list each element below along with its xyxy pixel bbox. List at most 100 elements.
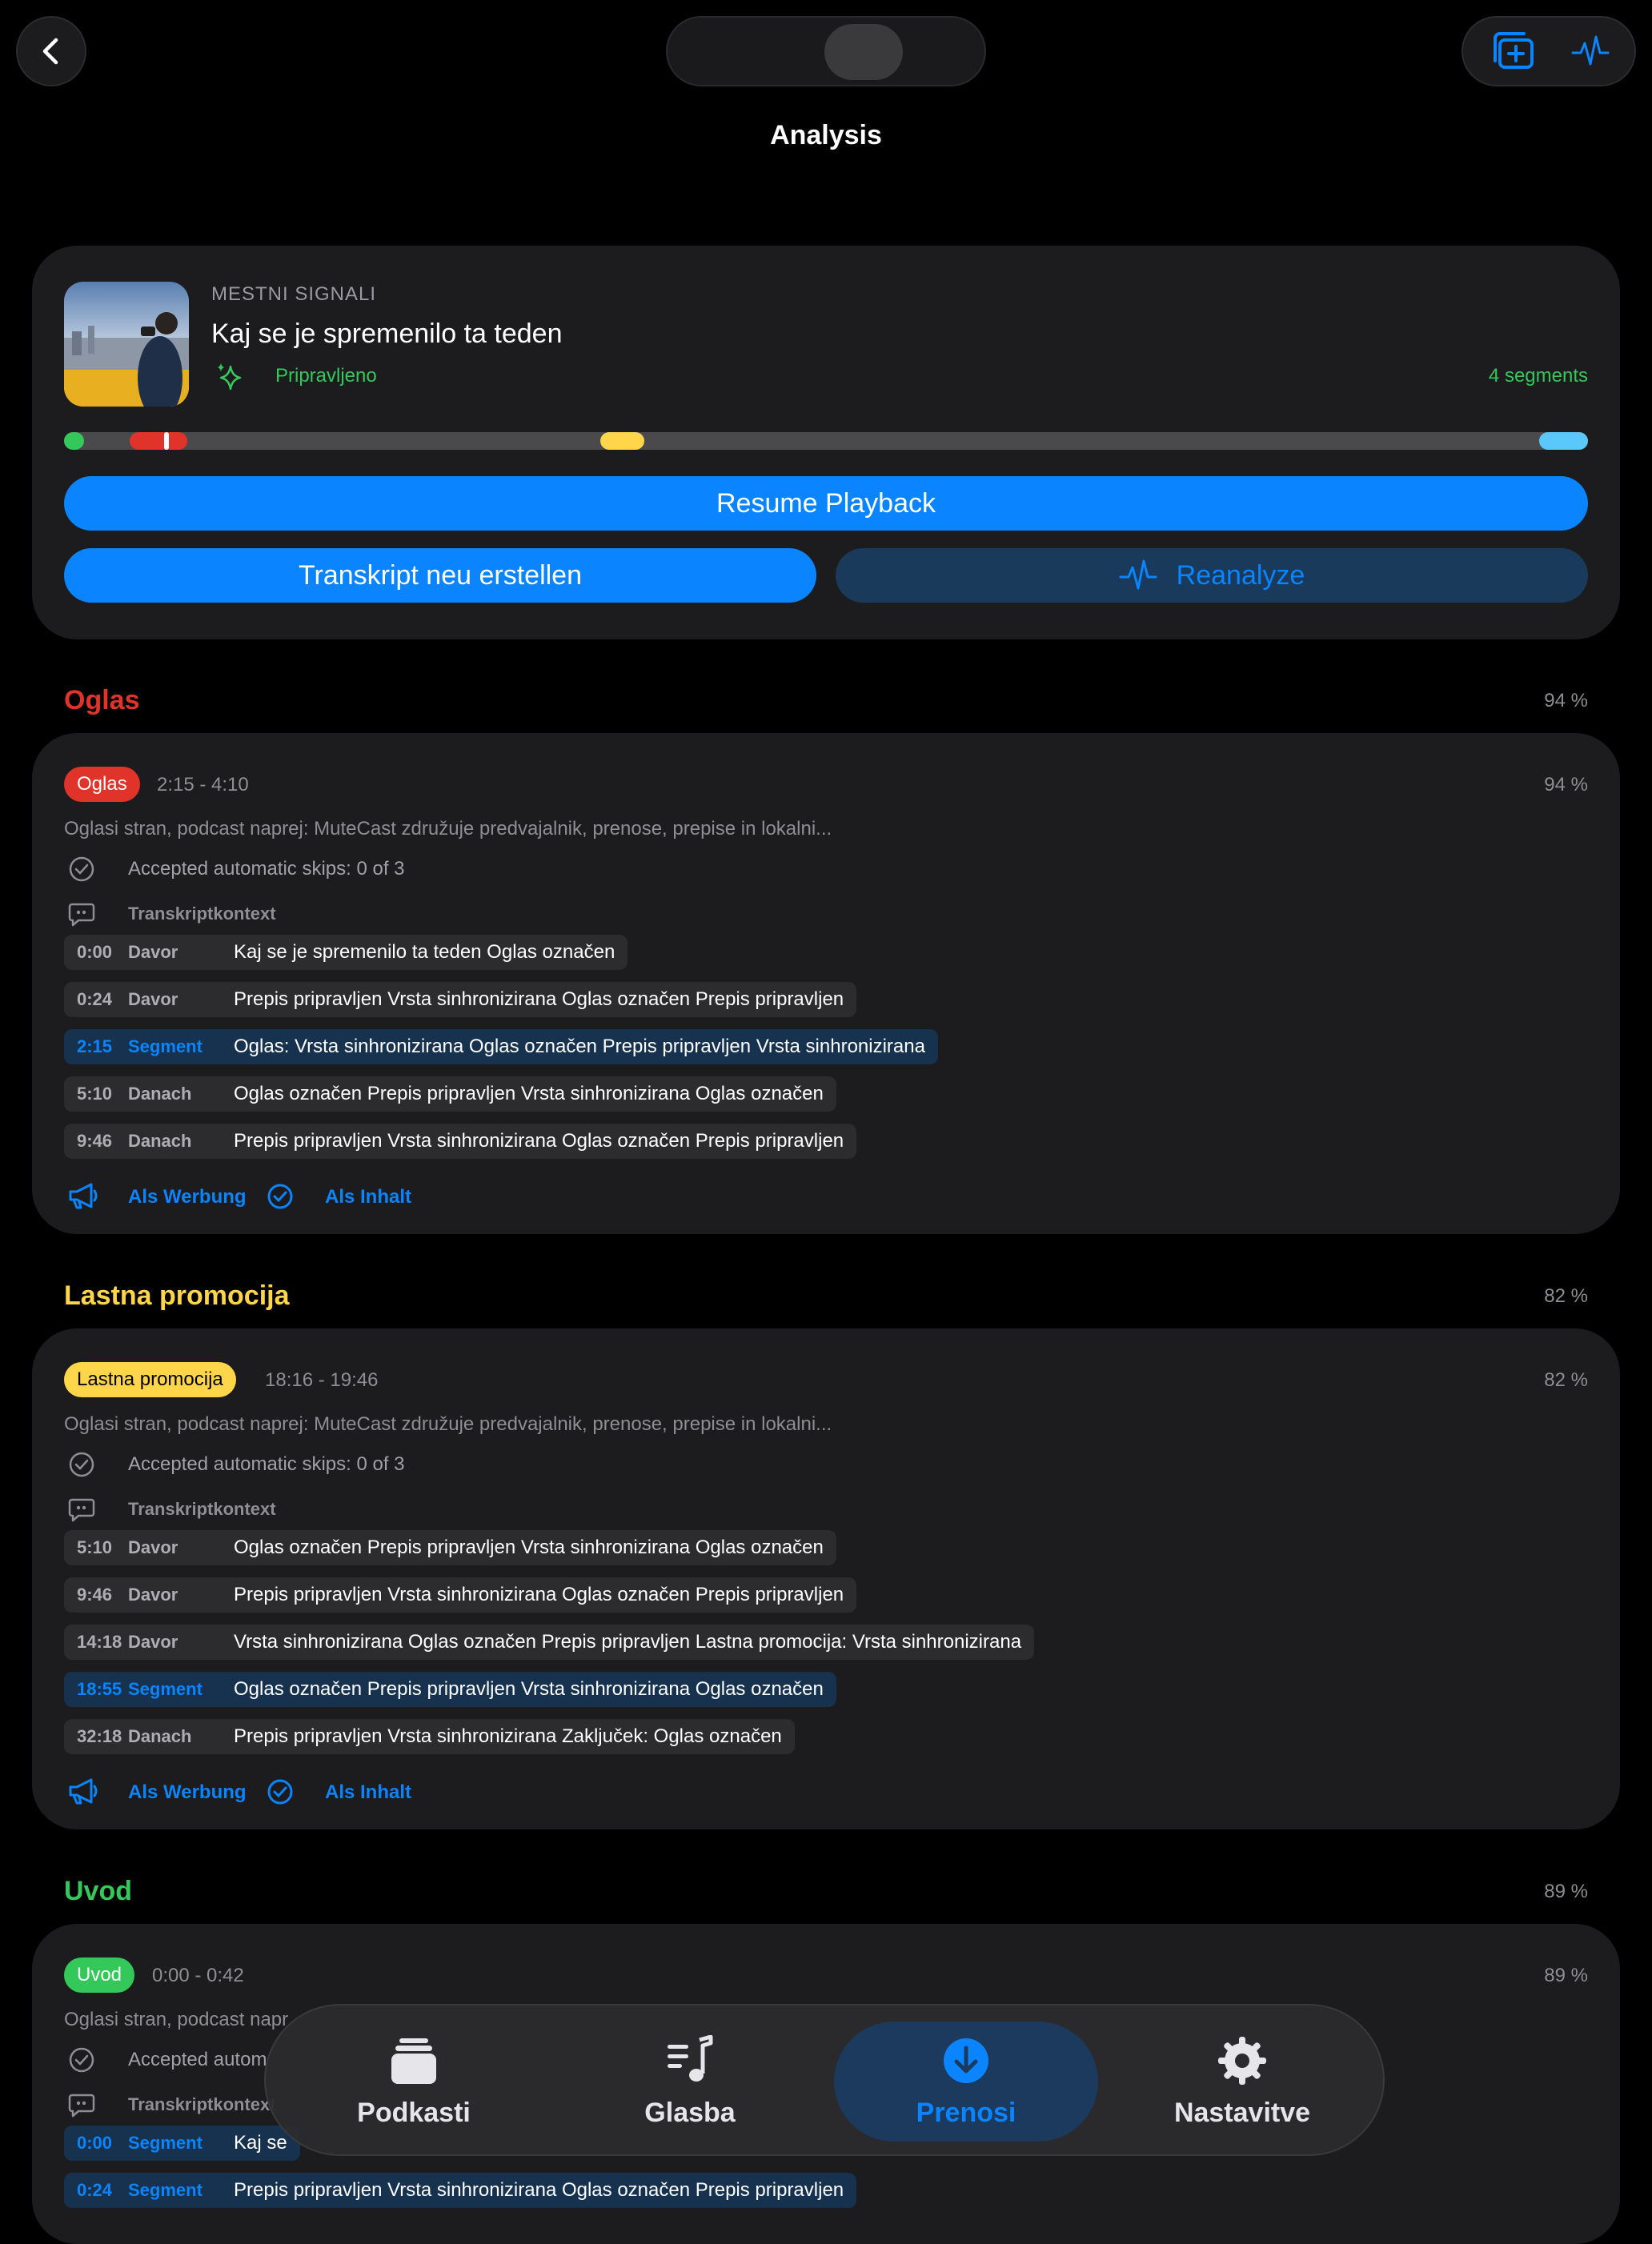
timeline-segment-intro[interactable] — [64, 432, 84, 450]
resume-playback-button[interactable]: Resume Playback — [64, 476, 1588, 531]
row-text: Oglas: Vrsta sinhronizirana Oglas označe… — [234, 1036, 925, 1057]
timeline-segment-ad[interactable] — [129, 432, 188, 450]
row-time: 0:24 — [77, 2180, 113, 2200]
back-button[interactable] — [16, 16, 86, 86]
transcript-row[interactable]: 5:10 Danach Oglas označen Prepis pripravlj… — [64, 1076, 836, 1112]
megaphone-icon[interactable] — [67, 1181, 99, 1210]
row-speaker: Davor — [128, 989, 178, 1009]
retranscribe-button[interactable]: Transkript neu erstellen — [64, 548, 816, 603]
mark-as-ad-button[interactable]: Als Werbung — [128, 1781, 247, 1804]
reanalyze-button[interactable]: Reanalyze — [836, 548, 1588, 603]
transcript-row[interactable]: 9:46 Danach Prepis pripravljen Vrsta sinhr… — [64, 1124, 857, 1159]
tab-label: Nastavitve — [1173, 2097, 1311, 2128]
sparkles-icon — [218, 363, 242, 391]
segment-time-range: 2:15 - 4:10 — [157, 774, 249, 795]
transcript-row[interactable]: 5:10 Davor Oglas označen Prepis pripravlje… — [64, 1530, 836, 1565]
mark-as-content-button[interactable]: Als Inhalt — [325, 1186, 411, 1208]
mark-as-ad-button[interactable]: Als Werbung — [128, 1186, 247, 1208]
checkmark-circle-icon — [69, 1452, 94, 1477]
tab-bar: Podkasti Glasba Prenosi Nastavitve — [264, 2004, 1385, 2156]
checkmark-circle-icon[interactable] — [266, 1182, 295, 1211]
playhead[interactable] — [163, 432, 169, 450]
row-speaker: Segment — [128, 1036, 202, 1056]
sheet-handle-knob — [824, 24, 903, 80]
checkmark-circle-icon — [69, 2047, 94, 2073]
tab-label: Prenosi — [916, 2097, 1016, 2128]
row-text: Prepis pripravljen Vrsta sinhronizirana … — [234, 1584, 844, 1605]
music-list-icon — [668, 2034, 713, 2082]
analysis-status: Pripravljeno — [275, 365, 377, 387]
transcript-row-highlighted[interactable]: 18:55 Segment Oglas označen Prepis priprav… — [64, 1672, 836, 1707]
checkmark-circle-icon — [69, 856, 94, 882]
row-time: 0:00 — [77, 942, 113, 962]
transcript-row[interactable]: 14:18 Davor Vrsta sinhronizirana Oglas ozn… — [64, 1625, 1035, 1660]
row-speaker: Segment — [128, 2180, 202, 2200]
row-speaker: Segment — [128, 1679, 202, 1699]
segment-time-range: 18:16 - 19:46 — [265, 1369, 379, 1391]
waveform-icon[interactable] — [1571, 32, 1610, 70]
row-text: Oglas označen Prepis pripravljen Vrsta s… — [234, 1083, 824, 1104]
segment-confidence: 94 % — [1544, 774, 1588, 795]
quote-bubble-icon — [68, 2094, 95, 2118]
tab-downloads[interactable]: Prenosi — [834, 2022, 1098, 2142]
segment-description: Oglasi stran, podcast naprej: MuteCast z… — [64, 1413, 832, 1435]
timeline-segment-outro[interactable] — [1539, 432, 1588, 450]
reanalyze-label: Reanalyze — [1176, 559, 1305, 591]
checkmark-circle-icon[interactable] — [266, 1777, 295, 1806]
section-confidence: 94 % — [1544, 690, 1588, 711]
segment-badge: Oglas — [64, 767, 140, 802]
transcript-row[interactable]: 32:18 Danach Prepis pripravljen Vrsta sinh… — [64, 1719, 795, 1754]
megaphone-icon[interactable] — [67, 1777, 99, 1805]
segments-count: 4 segments — [1488, 365, 1588, 387]
row-speaker: Davor — [128, 1632, 178, 1652]
mark-as-content-button[interactable]: Als Inhalt — [325, 1781, 411, 1804]
row-text: Vrsta sinhronizirana Oglas označen Prepi… — [234, 1631, 1022, 1653]
row-time: 32:18 — [77, 1726, 122, 1746]
segment-confidence: 82 % — [1544, 1369, 1588, 1391]
section-title-ad: Oglas — [64, 685, 140, 715]
gear-icon — [1218, 2036, 1266, 2085]
transcript-row[interactable]: 9:46 Davor Prepis pripravljen Vrsta sinhro… — [64, 1577, 857, 1613]
transcript-row-highlighted[interactable]: 0:00 Segment Kaj se — [64, 2126, 300, 2161]
timeline-segment-promo[interactable] — [600, 432, 645, 450]
transcript-row[interactable]: 0:00 Davor Kaj se je spremenilo ta teden O… — [64, 935, 628, 970]
row-time: 0:00 — [77, 2133, 113, 2153]
row-time: 14:18 — [77, 1632, 122, 1652]
transcript-row-highlighted[interactable]: 0:24 Segment Prepis pripravljen Vrsta sinh… — [64, 2173, 857, 2208]
section-confidence: 89 % — [1544, 1881, 1588, 1902]
row-time: 5:10 — [77, 1537, 113, 1557]
row-time: 9:46 — [77, 1585, 113, 1605]
row-time: 2:15 — [77, 1036, 113, 1056]
segment-badge: Uvod — [64, 1957, 135, 1993]
row-speaker: Davor — [128, 942, 178, 962]
transcript-row-highlighted[interactable]: 2:15 Segment Oglas: Vrsta sinhronizirana O… — [64, 1029, 938, 1064]
toolbar-actions — [1462, 16, 1636, 86]
waveform-icon — [1119, 559, 1157, 590]
segment-confidence: 89 % — [1544, 1965, 1588, 1986]
row-text: Oglas označen Prepis pripravljen Vrsta s… — [234, 1537, 824, 1558]
row-speaker: Segment — [128, 2133, 202, 2153]
chevron-left-icon — [42, 38, 58, 65]
section-title-promo: Lastna promocija — [64, 1280, 290, 1311]
segment-description: Oglasi stran, podcast napr — [64, 2009, 289, 2030]
row-time: 5:10 — [77, 1084, 113, 1104]
section-title-intro: Uvod — [64, 1876, 132, 1906]
tab-label: Glasba — [644, 2097, 736, 2128]
tab-label: Podkasti — [357, 2097, 471, 2128]
row-time: 18:55 — [77, 1679, 122, 1699]
tab-podcasts[interactable]: Podkasti — [282, 2022, 546, 2142]
transcript-context-label: Transkriptkontext — [128, 904, 276, 924]
transcript-row[interactable]: 0:24 Davor Prepis pripravljen Vrsta sinhro… — [64, 982, 857, 1017]
tab-settings[interactable]: Nastavitve — [1110, 2022, 1374, 2142]
add-copy-icon[interactable] — [1489, 30, 1537, 72]
row-speaker: Danach — [128, 1084, 192, 1104]
row-speaker: Danach — [128, 1726, 192, 1746]
row-time: 9:46 — [77, 1131, 113, 1151]
tab-music[interactable]: Glasba — [558, 2022, 822, 2142]
row-text: Kaj se je spremenilo ta teden Oglas ozna… — [234, 941, 615, 963]
accepted-skips: Accepted autom — [128, 2049, 267, 2070]
segment-description: Oglasi stran, podcast naprej: MuteCast z… — [64, 818, 832, 839]
row-text: Oglas označen Prepis pripravljen Vrsta s… — [234, 1678, 824, 1700]
segment-timeline[interactable] — [64, 432, 1588, 450]
row-text: Prepis pripravljen Vrsta sinhronizirana … — [234, 988, 844, 1010]
